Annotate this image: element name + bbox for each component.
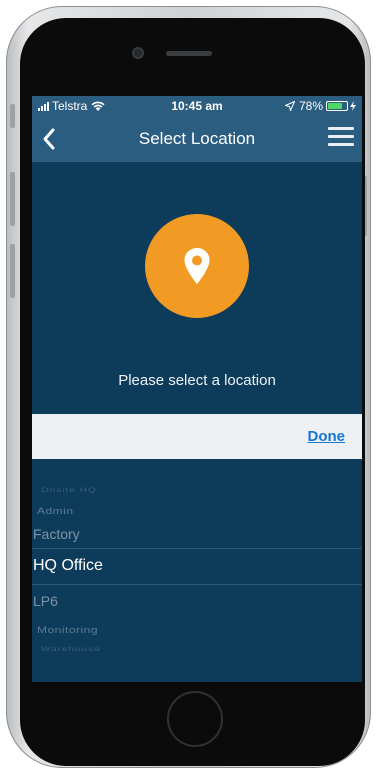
menu-button[interactable] <box>328 127 354 151</box>
status-right: 78% <box>284 99 356 113</box>
picker-option[interactable]: Onsite HQ <box>32 485 362 496</box>
location-arrow-icon <box>284 101 295 111</box>
hamburger-menu-icon <box>328 127 354 146</box>
picker-option-selected[interactable]: HQ Office <box>32 557 362 575</box>
volume-down-button <box>10 244 15 298</box>
battery-icon <box>326 101 348 111</box>
picker-option[interactable]: Warehouse <box>32 644 362 655</box>
selection-indicator-top <box>32 548 362 549</box>
picker-option[interactable]: Admin <box>32 504 362 518</box>
selection-indicator-bottom <box>32 584 362 585</box>
app-screen: Telstra 10:45 am 78% Select Location Ple… <box>32 96 362 682</box>
location-pin-badge <box>145 214 249 318</box>
picker-option[interactable]: Factory <box>32 526 362 542</box>
mute-switch <box>10 104 15 128</box>
home-button[interactable] <box>167 691 223 747</box>
picker-option[interactable]: Monitoring <box>32 623 362 637</box>
location-picker[interactable]: Onsite HQ Admin Factory HQ Office LP6 Mo… <box>32 459 362 682</box>
battery-level <box>328 103 343 109</box>
volume-up-button <box>10 172 15 226</box>
done-button[interactable]: Done <box>308 428 346 445</box>
select-location-prompt: Please select a location <box>118 372 276 389</box>
battery-percent: 78% <box>298 99 323 113</box>
picker-option[interactable]: LP6 <box>32 593 362 609</box>
map-pin-icon <box>184 248 210 284</box>
earpiece-speaker <box>166 51 212 56</box>
charging-icon <box>350 101 356 111</box>
status-bar: Telstra 10:45 am 78% <box>32 96 362 116</box>
page-title: Select Location <box>138 129 256 148</box>
picker-toolbar: Done <box>32 414 362 459</box>
front-camera <box>134 49 142 57</box>
nav-bar: Select Location <box>32 116 362 162</box>
